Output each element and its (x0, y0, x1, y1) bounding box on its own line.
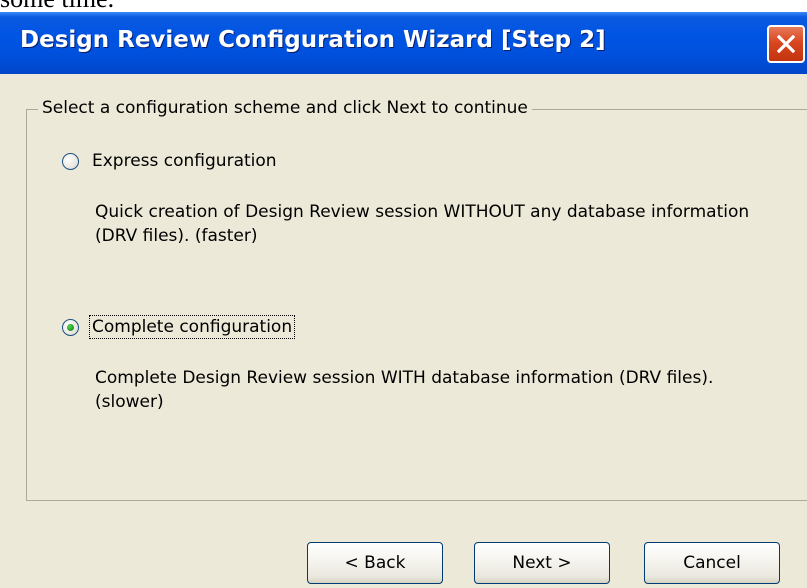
page-context-text: some time. (0, 0, 114, 13)
express-configuration-description: Quick creation of Design Review session … (95, 202, 750, 246)
wizard-dialog: Design Review Configuration Wizard [Step… (0, 12, 807, 588)
radio-selected-dot-icon (67, 323, 74, 331)
close-button[interactable] (767, 25, 805, 63)
close-x-icon (777, 35, 795, 53)
title-bar[interactable]: Design Review Configuration Wizard [Step… (0, 12, 807, 74)
window-title: Design Review Configuration Wizard [Step… (20, 27, 606, 53)
complete-configuration-radio[interactable]: Complete configuration (62, 315, 296, 339)
express-configuration-label: Express configuration (92, 151, 277, 171)
group-legend: Select a configuration scheme and click … (38, 98, 532, 118)
express-configuration-radio[interactable]: Express configuration (62, 149, 279, 173)
cancel-button[interactable]: Cancel (644, 542, 780, 584)
complete-configuration-description: Complete Design Review session WITH data… (95, 368, 714, 412)
radio-unchecked-icon (62, 152, 79, 170)
complete-configuration-label: Complete configuration (88, 315, 296, 339)
next-button[interactable]: Next > (474, 542, 610, 584)
back-button[interactable]: < Back (307, 542, 443, 584)
radio-checked-icon (62, 318, 79, 336)
